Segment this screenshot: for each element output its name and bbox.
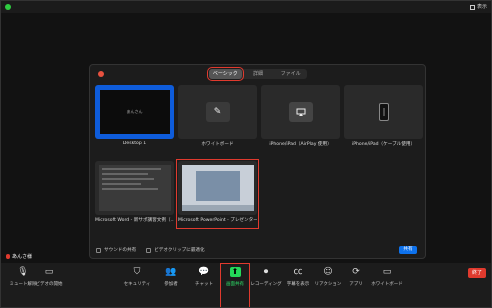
toolbar-label: 字幕を表示 (286, 282, 310, 287)
mic-muted-icon (6, 254, 10, 259)
tile-caption: iPhone/iPad（AirPlay 使用） (269, 142, 332, 147)
zoom-meeting-window: 表示 ベーシック 詳細 ファイル あんさん Desktop 1 ✎ ホワイトボー… (0, 0, 492, 308)
whiteboard-thumbnail: ✎ (178, 85, 257, 139)
airplay-icon (288, 102, 313, 122)
tab-basic[interactable]: ベーシック (207, 67, 244, 81)
desktop-thumbnail: あんさん (95, 85, 174, 139)
chat-icon: 💬 (198, 267, 210, 277)
shield-icon: ⛉ (133, 267, 141, 277)
meeting-toolbar: 🎙 ミュート解除 ▭ ビデオの開始 ⛉ セキュリティ 👥 参加者 💬 チャット … (1, 263, 491, 307)
recording-button[interactable]: ⏺ レコーディング (248, 267, 284, 287)
share-tile-powerpoint-window[interactable]: Microsoft PowerPoint - プレゼンター... (176, 159, 259, 229)
whiteboard-button[interactable]: ▭ ホワイトボード (369, 267, 405, 287)
optimize-video-checkbox[interactable] (146, 247, 152, 253)
tile-caption: Desktop 1 (122, 141, 147, 146)
share-sound-checkbox[interactable] (96, 247, 101, 253)
dialog-footer: サウンドの共有 ビデオクリップに最適化 (96, 245, 422, 255)
tile-caption: iPhone/iPad（ケーブル使用） (351, 142, 416, 147)
view-grid-icon (469, 4, 475, 10)
participants-button[interactable]: 👥 参加者 (153, 267, 189, 287)
end-meeting-button[interactable]: 終了 (468, 268, 486, 278)
word-preview (98, 165, 171, 211)
tab-advanced[interactable]: 詳細 (242, 69, 275, 79)
participant-name: あんさ様 (12, 254, 33, 260)
pen-icon: ✎ (205, 102, 230, 122)
mic-muted-icon: 🎙 (17, 267, 29, 277)
top-bar: 表示 (1, 1, 491, 13)
share-tile-desktop[interactable]: あんさん Desktop 1 (95, 85, 174, 151)
word-thumbnail (95, 161, 174, 215)
view-button[interactable]: 表示 (468, 3, 489, 11)
share-tabs: ベーシック 詳細 ファイル (207, 67, 307, 81)
tab-files[interactable]: ファイル (274, 69, 307, 79)
toolbar-label: アプリ (349, 282, 363, 287)
share-tile-iphone-cable[interactable]: iPhone/iPad（ケーブル使用） (344, 85, 423, 151)
share-button[interactable]: 共有 (399, 246, 417, 254)
toolbar-label: 参加者 (164, 282, 178, 287)
tile-caption: ホワイトボード (201, 142, 234, 147)
reaction-icon: ☺ (323, 267, 333, 277)
airplay-thumbnail (261, 85, 340, 139)
toolbar-label: レコーディング (250, 282, 282, 287)
share-screen-dialog: ベーシック 詳細 ファイル あんさん Desktop 1 ✎ ホワイトボード i… (89, 64, 426, 259)
tile-caption: Microsoft PowerPoint - プレゼンター... (178, 218, 257, 223)
tile-caption: Microsoft Word - 新サポ講習文例（... (95, 218, 174, 223)
participant-name-tag: あんさ様 (6, 253, 32, 260)
video-off-icon: ▭ (44, 267, 54, 277)
phone-cable-icon (378, 103, 389, 121)
whiteboard-icon: ▭ (382, 267, 392, 277)
share-tile-iphone-airplay[interactable]: iPhone/iPad（AirPlay 使用） (261, 85, 340, 151)
toolbar-label: ホワイトボード (371, 282, 403, 287)
cc-icon: ㏄ (293, 267, 303, 277)
toolbar-label: ビデオの開始 (35, 282, 63, 287)
close-dialog-button[interactable] (98, 71, 104, 77)
start-video-button[interactable]: ▭ ビデオの開始 (31, 267, 67, 287)
share-tile-whiteboard[interactable]: ✎ ホワイトボード (178, 85, 257, 151)
participants-icon: 👥 (165, 267, 177, 277)
record-icon: ⏺ (263, 267, 269, 277)
optimize-video-label: ビデオクリップに最適化 (154, 248, 205, 253)
toolbar-label: チャット (195, 282, 213, 287)
share-tile-word-window[interactable]: Microsoft Word - 新サポ講習文例（... (95, 161, 174, 227)
cable-thumbnail (344, 85, 423, 139)
apps-icon: ⟳ (352, 267, 360, 277)
share-screen-highlight (220, 263, 250, 307)
powerpoint-preview (181, 165, 254, 211)
view-label: 表示 (476, 4, 487, 10)
desktop-preview: あんさん (99, 90, 170, 134)
connection-status-icon (5, 4, 11, 10)
share-sound-label: サウンドの共有 (104, 248, 137, 253)
security-button[interactable]: ⛉ セキュリティ (119, 267, 155, 287)
powerpoint-thumbnail (178, 161, 257, 215)
share-sound-option[interactable]: サウンドの共有 (96, 247, 136, 253)
optimize-video-option[interactable]: ビデオクリップに最適化 (146, 247, 205, 253)
toolbar-label: セキュリティ (123, 282, 151, 287)
